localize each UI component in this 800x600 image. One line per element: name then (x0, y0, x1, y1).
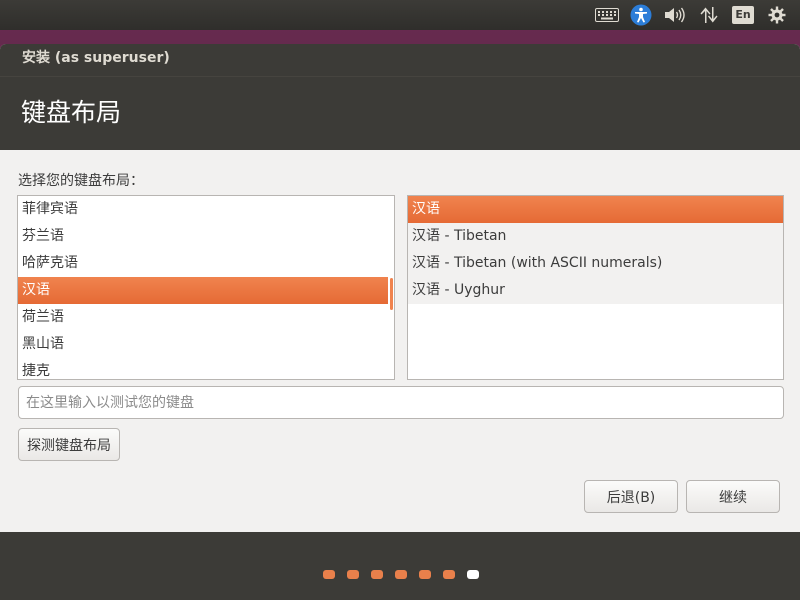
keyboard-icon (595, 8, 619, 22)
network-indicator[interactable] (692, 0, 726, 30)
continue-button[interactable]: 继续 (686, 480, 780, 513)
detect-layout-button[interactable]: 探测键盘布局 (18, 428, 120, 461)
keyboard-indicator[interactable] (590, 0, 624, 30)
layout-list-item[interactable]: 哈萨克语 (18, 250, 394, 277)
layout-list-item[interactable]: 汉语 (18, 277, 388, 304)
volume-icon (665, 7, 685, 23)
language-indicator[interactable]: En (726, 0, 760, 30)
layout-list[interactable]: 菲律宾语 芬兰语 哈萨克语 汉语 荷兰语 黑山语 捷克 (17, 195, 395, 380)
progress-dot (371, 570, 383, 579)
progress-dots (323, 570, 479, 579)
window-title: 安装 (as superuser) (22, 50, 170, 66)
variant-list[interactable]: 汉语 汉语 - Tibetan 汉语 - Tibetan (with ASCII n… (407, 195, 784, 380)
page-header: 键盘布局 (0, 76, 800, 150)
variant-list-item[interactable]: 汉语 - Tibetan (408, 223, 783, 250)
language-badge: En (732, 6, 754, 24)
page-title: 键盘布局 (21, 98, 122, 127)
layout-list-item[interactable]: 黑山语 (18, 331, 394, 358)
page-content: 选择您的键盘布局： 菲律宾语 芬兰语 哈萨克语 汉语 荷兰语 黑山语 捷克 汉语 汉语 - T… (0, 150, 800, 532)
layout-list-item[interactable]: 菲律宾语 (18, 196, 394, 223)
layout-prompt: 选择您的键盘布局： (18, 173, 144, 189)
top-panel: En (0, 0, 800, 30)
window-titlebar[interactable]: 安装 (as superuser) (0, 44, 800, 76)
accessibility-indicator[interactable] (624, 0, 658, 30)
variant-list-item[interactable]: 汉语 - Tibetan (with ASCII numerals) (408, 250, 783, 277)
variant-list-item[interactable]: 汉语 (408, 196, 783, 223)
variant-list-item[interactable]: 汉语 - Uyghur (408, 277, 783, 304)
progress-dot (443, 570, 455, 579)
layout-list-scrollbar[interactable] (390, 278, 393, 310)
accessibility-icon (630, 4, 652, 26)
back-button[interactable]: 后退(B) (584, 480, 678, 513)
progress-footer (0, 532, 800, 600)
installer-window: 安装 (as superuser) 键盘布局 选择您的键盘布局： 菲律宾语 芬兰语… (0, 44, 800, 600)
volume-indicator[interactable] (658, 0, 692, 30)
progress-dot (419, 570, 431, 579)
progress-dot (395, 570, 407, 579)
network-icon (700, 7, 718, 23)
layout-list-item[interactable]: 荷兰语 (18, 304, 394, 331)
layout-list-item[interactable]: 捷克 (18, 358, 394, 379)
system-menu[interactable] (760, 0, 794, 30)
settings-gear-icon (768, 6, 786, 24)
progress-dot (347, 570, 359, 579)
progress-dot (323, 570, 335, 579)
keyboard-test-input[interactable] (18, 386, 784, 419)
progress-dot-current (467, 570, 479, 579)
layout-list-item[interactable]: 芬兰语 (18, 223, 394, 250)
